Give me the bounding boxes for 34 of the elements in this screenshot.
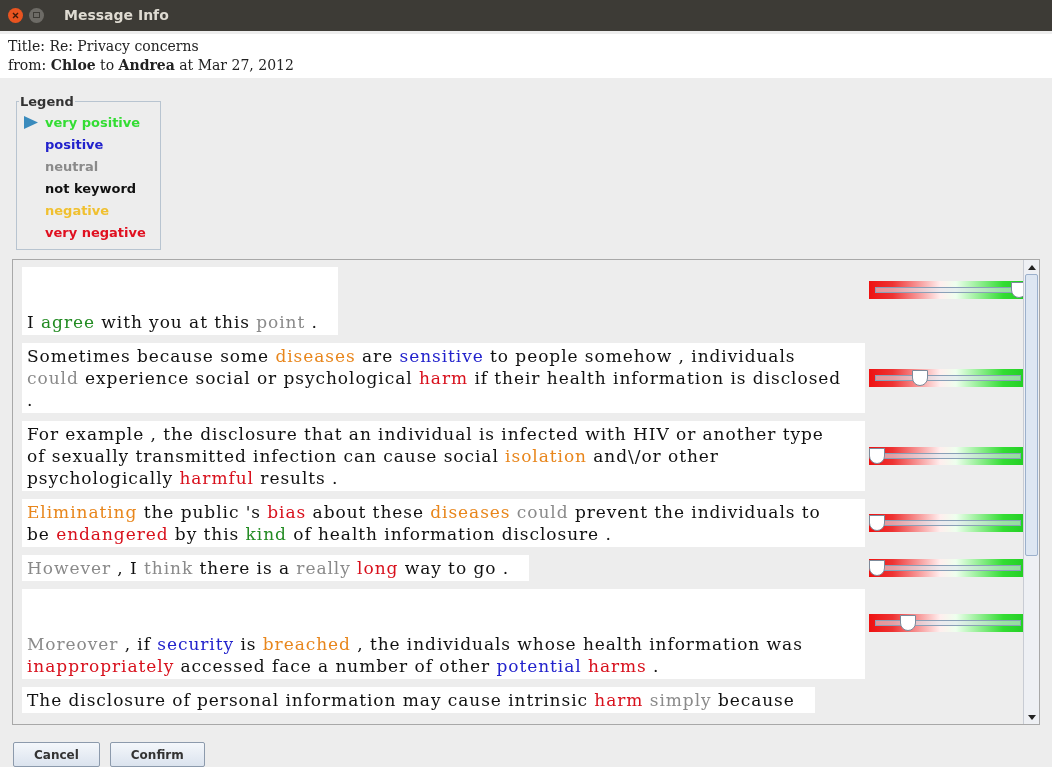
legend-label: very negative	[45, 223, 146, 242]
sentiment-slider[interactable]	[869, 614, 1023, 633]
sentiment-slider[interactable]	[869, 281, 1023, 300]
sentence-text: The disclosure of personal information may cause intrinsic harm simply because	[22, 687, 815, 714]
sentiment-slider[interactable]	[869, 559, 1023, 578]
slider-thumb[interactable]	[869, 448, 885, 465]
slider-thumb[interactable]	[1011, 282, 1023, 299]
slider-thumb[interactable]	[900, 615, 917, 632]
slider-thumb[interactable]	[911, 370, 928, 387]
legend-label: negative	[45, 201, 110, 220]
scrollbar[interactable]	[1023, 260, 1039, 724]
sentence-text: For example , the disclosure that an individual is infected with HIV or another type of sexually transmitted infection can cause social isolation and\/or other psychologically harmful results .	[22, 421, 865, 492]
legend-label: not keyword	[45, 179, 137, 198]
legend-label: positive	[45, 135, 104, 154]
legend-title: Legend	[19, 92, 75, 111]
message-meta: from: Chloe to Andrea at Mar 27, 2012	[8, 55, 295, 75]
slider-thumb[interactable]	[869, 560, 885, 577]
message-title: Title: Re: Privacy concerns	[8, 36, 200, 56]
legend-label: very positive	[45, 113, 141, 132]
dialog-button[interactable]: Confirm	[109, 742, 205, 767]
sentiment-slider[interactable]	[869, 447, 1023, 466]
scroll-thumb[interactable]	[1025, 274, 1038, 557]
close-icon[interactable]	[8, 8, 23, 23]
dialog-button[interactable]: Cancel	[13, 742, 100, 767]
sentiment-slider[interactable]	[869, 514, 1023, 533]
sentence-text: Sometimes because some diseases are sensitive to people somehow , individuals could experience social or psychological harm if their health information is disclosed .	[22, 343, 865, 414]
legend-label: neutral	[45, 157, 99, 176]
sentence-text: However , I think there is a really long way to go .	[22, 555, 530, 582]
sentence-text: Eliminating the public 's bias about these diseases could prevent the individuals to be endangered by this kind of health information disclosure .	[22, 499, 865, 548]
sentence-text: Moreover , if security is breached , the individuals whose health information was inappropriately accessed face a number of other potential harms .	[22, 589, 865, 680]
sentence-text: I agree with you at this point .	[22, 267, 338, 336]
window-title: Message Info	[64, 6, 169, 25]
sentiment-slider[interactable]	[869, 369, 1023, 388]
slider-thumb[interactable]	[869, 515, 885, 532]
